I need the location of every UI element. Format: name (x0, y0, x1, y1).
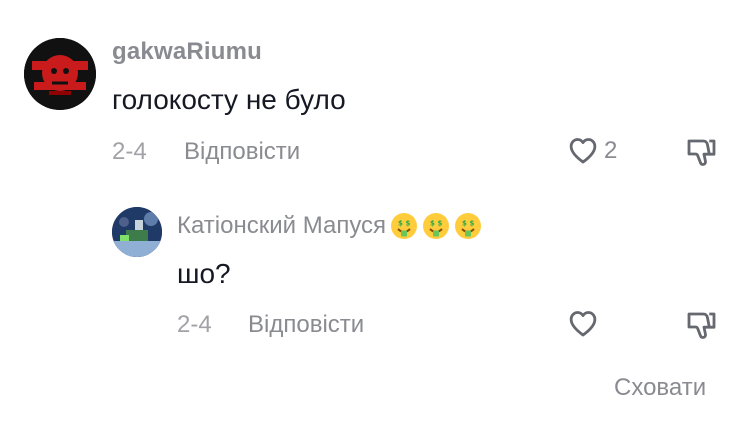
reply-button[interactable]: Відповісти (184, 138, 300, 166)
heart-outline-icon (568, 310, 598, 338)
comment-date: 2-4 (112, 138, 147, 165)
comment-username-container[interactable]: Катіонский Мапуся $ $ $ $ $ $ (177, 211, 483, 241)
comment-text: голокосту не було (112, 84, 346, 115)
svg-text:$: $ (462, 220, 467, 228)
svg-text:$: $ (430, 220, 435, 228)
like-button[interactable]: 2 (568, 137, 617, 165)
money-mouth-face-emoji-icon: $ $ (421, 211, 451, 241)
reply-button[interactable]: Відповісти (248, 311, 364, 339)
money-mouth-face-emoji-icon: $ $ (389, 211, 419, 241)
like-button[interactable] (568, 310, 598, 338)
svg-text:$: $ (438, 220, 443, 228)
dislike-button[interactable] (684, 136, 718, 168)
svg-text:$: $ (398, 220, 403, 228)
hide-replies-button[interactable]: Сховати (614, 374, 706, 402)
heart-outline-icon (568, 137, 598, 165)
avatar[interactable] (112, 207, 162, 257)
svg-text:$: $ (406, 220, 411, 228)
comment-username[interactable]: gakwaRiumu (112, 38, 262, 66)
like-count: 2 (604, 137, 618, 164)
comment-date: 2-4 (177, 311, 212, 338)
thumbs-down-outline-icon (684, 309, 718, 341)
money-mouth-face-emoji-icon: $ $ (453, 211, 483, 241)
avatar-image (112, 207, 162, 257)
avatar-image (24, 38, 96, 110)
dislike-button[interactable] (684, 309, 718, 341)
comment-text: шо? (177, 258, 231, 289)
thumbs-down-outline-icon (684, 136, 718, 168)
svg-text:$: $ (470, 220, 475, 228)
avatar[interactable] (24, 38, 96, 110)
username-emoji-row: $ $ $ $ $ $ (389, 211, 483, 241)
comment-username[interactable]: Катіонский Мапуся (177, 212, 386, 240)
